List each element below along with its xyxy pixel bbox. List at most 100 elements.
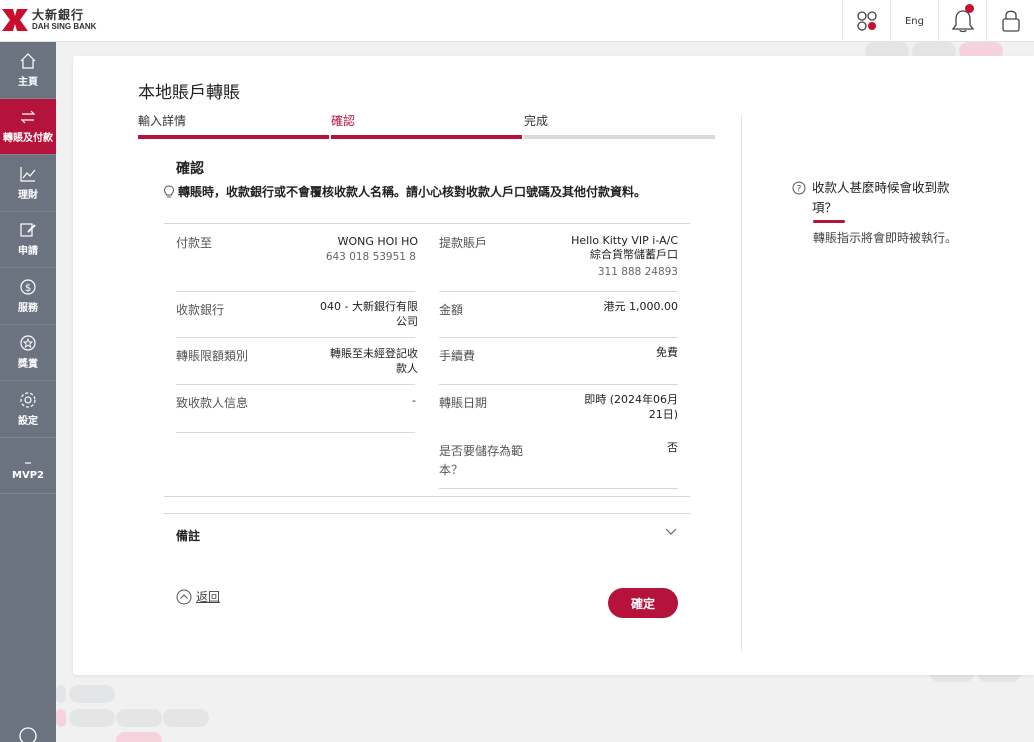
limit-type-line2: 款人 bbox=[396, 362, 418, 375]
back-label: 返回 bbox=[196, 590, 221, 604]
svg-text:?: ? bbox=[797, 185, 802, 195]
divider bbox=[176, 291, 415, 292]
fee-value: 免費 bbox=[656, 346, 678, 359]
notifications-button[interactable] bbox=[938, 0, 986, 42]
sidebar-item-label: 主頁 bbox=[18, 76, 38, 88]
limit-type-line1: 轉賬至未經登記收 bbox=[330, 347, 418, 360]
chevron-up-circle-icon bbox=[176, 589, 192, 604]
amount-value: 港元 1,000.00 bbox=[603, 300, 678, 313]
lock-icon bbox=[1001, 10, 1020, 32]
sidebar-item-services[interactable]: $ 服務 bbox=[0, 268, 56, 325]
divider bbox=[176, 384, 415, 385]
sidebar: 主頁 轉賬及付款 理財 申請 $ 服務 獎賞 設定 MVP2 bbox=[0, 42, 56, 742]
sidebar-item-mvp2[interactable]: MVP2 bbox=[0, 438, 56, 494]
message-value: - bbox=[412, 394, 416, 407]
step-bar-2 bbox=[331, 135, 522, 139]
bank-value-line2: 公司 bbox=[396, 315, 418, 328]
faq-answer: 轉賬指示將會即時被執行。 bbox=[813, 231, 958, 245]
payee-label: 付款至 bbox=[176, 236, 213, 250]
top-bar: 大新銀行 DAH SING BANK Eng bbox=[0, 0, 1034, 42]
sidebar-item-home[interactable]: 主頁 bbox=[0, 42, 56, 99]
help-icon[interactable] bbox=[18, 726, 38, 742]
from-account-number: 311 888 24893 bbox=[597, 266, 678, 278]
payee-account: 643 018 53951 8 bbox=[325, 251, 416, 263]
confirm-button[interactable]: 確定 bbox=[608, 588, 678, 618]
limit-type-label: 轉賬限額類別 bbox=[176, 349, 249, 363]
logout-button[interactable] bbox=[986, 0, 1034, 42]
bank-label: 收款銀行 bbox=[176, 303, 225, 317]
sidebar-item-label: MVP2 bbox=[12, 470, 44, 482]
save-template-value: 否 bbox=[667, 441, 678, 454]
progress-steps: 輸入詳情 確認 完成 bbox=[138, 112, 718, 139]
from-account-label: 提款賬戶 bbox=[439, 236, 488, 250]
vertical-divider bbox=[741, 116, 742, 651]
message-label: 致收款人信息 bbox=[176, 396, 249, 410]
divider bbox=[164, 513, 690, 514]
bank-value-line1: 040 - 大新銀行有限 bbox=[320, 300, 418, 313]
notice: 轉賬時，收款銀行或不會覆核收款人名稱。請小心核對收款人戶口號碼及其他付款資料。 bbox=[163, 183, 646, 200]
transfer-date-line2: 21日) bbox=[648, 408, 678, 421]
apps-button[interactable] bbox=[842, 0, 890, 42]
step-bar-1 bbox=[138, 135, 329, 139]
sidebar-item-label: 獎賞 bbox=[18, 359, 38, 371]
home-icon bbox=[20, 52, 36, 69]
step-confirm: 確認 bbox=[331, 114, 356, 128]
faq-question-line2: 項？ bbox=[812, 200, 838, 215]
sidebar-item-label: 設定 bbox=[18, 415, 38, 427]
sidebar-item-label: 服務 bbox=[18, 302, 38, 314]
from-account-name: Hello Kitty VIP i-A/C bbox=[571, 234, 678, 247]
edit-icon bbox=[20, 223, 36, 237]
back-button[interactable]: 返回 bbox=[176, 588, 220, 605]
chevron-down-icon[interactable] bbox=[665, 528, 677, 536]
sidebar-item-rewards[interactable]: 獎賞 bbox=[0, 325, 56, 381]
lightbulb-icon bbox=[163, 184, 175, 197]
dash-icon bbox=[25, 462, 31, 464]
sidebar-item-apply[interactable]: 申請 bbox=[0, 212, 56, 268]
step-complete: 完成 bbox=[524, 114, 549, 128]
language-toggle[interactable]: Eng bbox=[890, 0, 938, 42]
faq-question[interactable]: ? 收款人甚麼時候會收到款 項？ bbox=[792, 178, 992, 218]
help-circle-icon: ? bbox=[792, 181, 806, 195]
save-template-label-line1: 是否要儲存為範 bbox=[439, 444, 524, 458]
divider bbox=[164, 496, 690, 497]
save-template-label-line2: 本？ bbox=[439, 463, 464, 477]
sidebar-item-transfer[interactable]: 轉賬及付款 bbox=[0, 98, 56, 155]
notification-badge bbox=[965, 4, 974, 13]
divider bbox=[439, 291, 678, 292]
transfer-icon bbox=[20, 110, 36, 124]
transfer-date-line1: 即時 (2024年06月 bbox=[584, 393, 678, 406]
divider bbox=[439, 488, 678, 489]
divider bbox=[164, 223, 690, 224]
sidebar-item-label: 申請 bbox=[18, 246, 38, 258]
sidebar-item-label: 轉賬及付款 bbox=[3, 133, 53, 145]
divider bbox=[439, 384, 678, 385]
bank-logo[interactable]: 大新銀行 DAH SING BANK bbox=[0, 5, 96, 35]
step-bar-3 bbox=[524, 135, 715, 139]
faq-panel: ? 收款人甚麼時候會收到款 項？ 轉賬指示將會即時被執行。 bbox=[792, 178, 992, 246]
dollar-icon: $ bbox=[20, 279, 36, 295]
transfer-card: 本地賬戶轉賬 輸入詳情 確認 完成 確認 轉賬時，收款銀行或不會覆核收款人名稱。… bbox=[73, 56, 1034, 675]
step-enter-details: 輸入詳情 bbox=[138, 114, 187, 128]
divider bbox=[176, 432, 415, 433]
sidebar-item-wealth[interactable]: 理財 bbox=[0, 155, 56, 212]
bank-logo-mark bbox=[2, 9, 28, 31]
amount-label: 金額 bbox=[439, 303, 464, 317]
divider bbox=[439, 337, 678, 338]
divider bbox=[176, 337, 415, 338]
fee-label: 手續費 bbox=[439, 349, 476, 363]
sidebar-item-settings[interactable]: 設定 bbox=[0, 381, 56, 438]
section-title: 確認 bbox=[176, 161, 204, 177]
payee-name: WONG HOI HO bbox=[337, 235, 418, 248]
sidebar-item-label: 理財 bbox=[18, 189, 38, 201]
remarks-label[interactable]: 備註 bbox=[176, 527, 200, 544]
apps-icon bbox=[856, 11, 877, 31]
faq-question-line1: 收款人甚麼時候會收到款 bbox=[812, 180, 950, 195]
page-title: 本地賬戶轉賬 bbox=[138, 83, 240, 103]
notice-text: 轉賬時，收款銀行或不會覆核收款人名稱。請小心核對收款人戶口號碼及其他付款資料。 bbox=[178, 185, 647, 199]
bank-name-en: DAH SING BANK bbox=[32, 22, 97, 31]
faq-underline bbox=[813, 220, 845, 223]
reward-icon bbox=[20, 335, 36, 351]
gear-icon bbox=[20, 392, 36, 408]
bank-name-zh: 大新銀行 bbox=[32, 8, 85, 22]
from-account-type: 綜合貨幣儲蓄戶口 bbox=[590, 248, 678, 261]
